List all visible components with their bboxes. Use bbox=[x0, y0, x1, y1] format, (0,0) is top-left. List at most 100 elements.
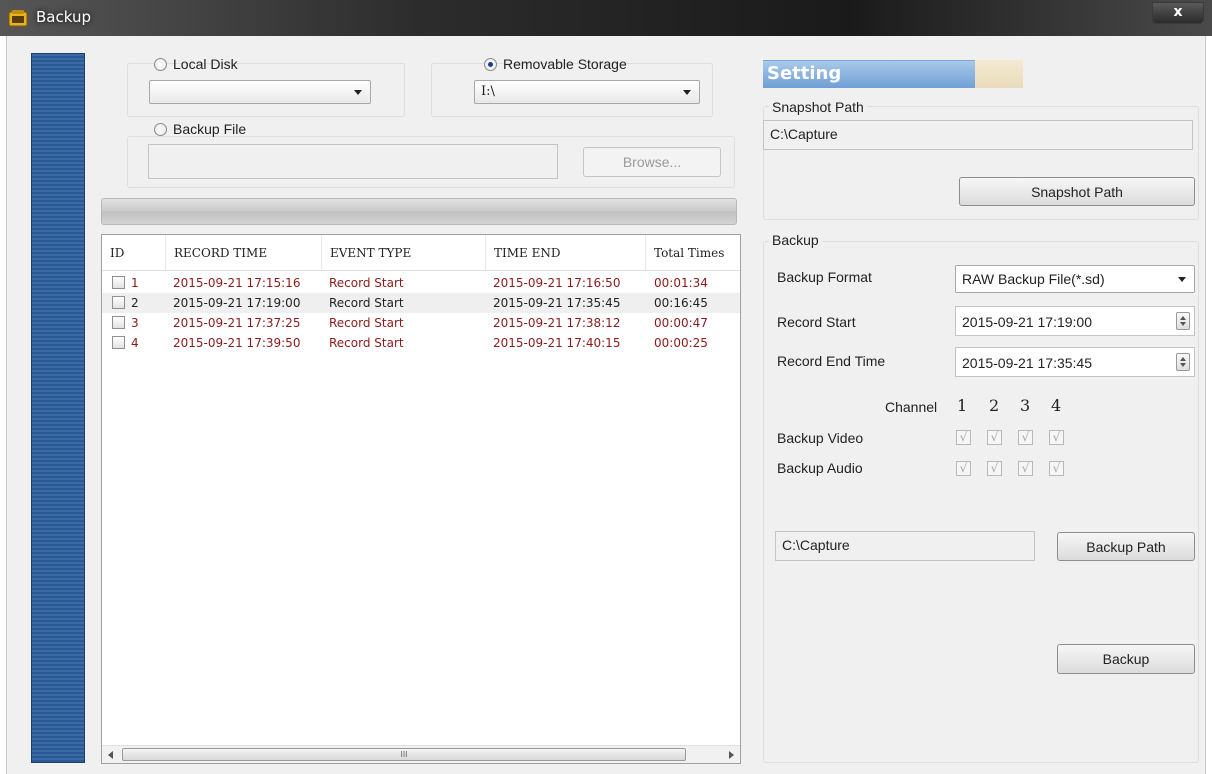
audio-ch1-checkbox[interactable]: √ bbox=[956, 461, 971, 476]
row-id: 1 bbox=[131, 276, 139, 290]
side-strip bbox=[31, 53, 85, 763]
row-checkbox[interactable] bbox=[112, 336, 125, 349]
channel-2-number: 2 bbox=[989, 396, 1000, 415]
audio-ch2-checkbox[interactable]: √ bbox=[987, 461, 1002, 476]
col-record-time[interactable]: RECORD TIME bbox=[166, 235, 322, 271]
records-table[interactable]: ID RECORD TIME EVENT TYPE TIME END Total… bbox=[101, 234, 741, 764]
record-end-spinner[interactable] bbox=[1176, 353, 1190, 371]
snapshot-path-field[interactable]: C:\Capture bbox=[763, 120, 1193, 150]
video-ch2-checkbox[interactable]: √ bbox=[987, 430, 1002, 445]
row-record-time: 2015-09-21 17:15:16 bbox=[173, 276, 301, 290]
col-event-type[interactable]: EVENT TYPE bbox=[322, 235, 486, 271]
local-disk-radio-dot bbox=[154, 57, 167, 71]
row-id: 4 bbox=[131, 336, 139, 350]
record-start-spinner[interactable] bbox=[1176, 312, 1190, 330]
row-event-type: Record Start bbox=[329, 296, 404, 310]
row-record-time: 2015-09-21 17:39:50 bbox=[173, 336, 301, 350]
row-time-end: 2015-09-21 17:40:15 bbox=[493, 336, 621, 350]
record-start-value: 2015-09-21 17:19:00 bbox=[962, 314, 1092, 330]
chevron-down-icon bbox=[354, 90, 362, 95]
channel-3-number: 3 bbox=[1020, 396, 1031, 415]
table-row[interactable]: 1 2015-09-21 17:15:16 Record Start 2015-… bbox=[102, 273, 740, 293]
local-disk-radio[interactable]: Local Disk bbox=[154, 56, 238, 72]
video-ch4-checkbox[interactable]: √ bbox=[1049, 430, 1064, 445]
backup-file-radio[interactable]: Backup File bbox=[154, 121, 246, 137]
table-row[interactable]: 2 2015-09-21 17:19:00 Record Start 2015-… bbox=[102, 293, 740, 313]
snapshot-path-value: C:\Capture bbox=[770, 126, 838, 142]
removable-storage-label: Removable Storage bbox=[503, 56, 627, 72]
chevron-down-icon bbox=[1178, 277, 1186, 282]
record-end-label: Record End Time bbox=[777, 353, 886, 369]
row-event-type: Record Start bbox=[329, 276, 404, 290]
col-time-end[interactable]: TIME END bbox=[486, 235, 646, 271]
row-time-end: 2015-09-21 17:35:45 bbox=[493, 296, 621, 310]
backup-button[interactable]: Backup bbox=[1057, 644, 1195, 674]
row-record-time: 2015-09-21 17:37:25 bbox=[173, 316, 301, 330]
backup-format-select[interactable]: RAW Backup File(*.sd) bbox=[955, 265, 1195, 293]
backup-progress-bar bbox=[101, 198, 737, 225]
row-id: 2 bbox=[131, 296, 139, 310]
close-button[interactable]: x bbox=[1152, 2, 1204, 24]
video-ch1-checkbox[interactable]: √ bbox=[956, 430, 971, 445]
removable-storage-radio-dot bbox=[484, 57, 497, 71]
setting-header: Setting bbox=[763, 60, 1023, 88]
backup-format-value: RAW Backup File(*.sd) bbox=[962, 271, 1105, 287]
scroll-right-icon[interactable] bbox=[729, 751, 734, 759]
backup-file-radio-dot bbox=[154, 122, 167, 136]
window-body: Local Disk Removable Storage I:\ Backup … bbox=[6, 36, 1206, 774]
audio-ch4-checkbox[interactable]: √ bbox=[1049, 461, 1064, 476]
backup-format-label: Backup Format bbox=[777, 269, 872, 285]
snapshot-path-group-label: Snapshot Path bbox=[769, 99, 867, 115]
backup-path-button[interactable]: Backup Path bbox=[1057, 532, 1195, 561]
record-end-value: 2015-09-21 17:35:45 bbox=[962, 355, 1092, 371]
removable-storage-radio[interactable]: Removable Storage bbox=[484, 56, 627, 72]
removable-storage-combo[interactable]: I:\ bbox=[474, 80, 700, 104]
channel-4-number: 4 bbox=[1051, 396, 1062, 415]
browse-button[interactable]: Browse... bbox=[583, 147, 721, 177]
record-end-field[interactable]: 2015-09-21 17:35:45 bbox=[955, 347, 1195, 377]
row-total: 00:16:45 bbox=[654, 296, 708, 310]
records-header: ID RECORD TIME EVENT TYPE TIME END Total… bbox=[102, 235, 740, 271]
table-row[interactable]: 3 2015-09-21 17:37:25 Record Start 2015-… bbox=[102, 313, 740, 333]
row-checkbox[interactable] bbox=[112, 316, 125, 329]
horizontal-scrollbar[interactable]: III bbox=[102, 745, 740, 763]
local-disk-combo[interactable] bbox=[149, 80, 371, 104]
local-disk-label: Local Disk bbox=[173, 56, 238, 72]
backup-audio-label: Backup Audio bbox=[777, 460, 863, 476]
col-total-times[interactable]: Total Times bbox=[646, 235, 742, 271]
row-time-end: 2015-09-21 17:16:50 bbox=[493, 276, 621, 290]
row-event-type: Record Start bbox=[329, 336, 404, 350]
col-id[interactable]: ID bbox=[102, 235, 166, 271]
chevron-down-icon bbox=[683, 90, 691, 95]
backup-path-value: C:\Capture bbox=[782, 537, 850, 553]
record-start-field[interactable]: 2015-09-21 17:19:00 bbox=[955, 306, 1195, 336]
scroll-left-icon[interactable] bbox=[108, 751, 113, 759]
window-title: Backup bbox=[36, 8, 91, 26]
row-checkbox[interactable] bbox=[112, 296, 125, 309]
table-row[interactable]: 4 2015-09-21 17:39:50 Record Start 2015-… bbox=[102, 333, 740, 353]
backup-path-field[interactable]: C:\Capture bbox=[775, 531, 1035, 561]
row-total: 00:00:25 bbox=[654, 336, 708, 350]
backup-file-input[interactable] bbox=[148, 144, 558, 179]
removable-storage-value: I:\ bbox=[481, 84, 495, 99]
snapshot-path-button[interactable]: Snapshot Path bbox=[959, 177, 1195, 206]
row-checkbox[interactable] bbox=[112, 276, 125, 289]
title-bar: Backup x bbox=[0, 0, 1212, 36]
scroll-thumb[interactable]: III bbox=[122, 748, 686, 761]
setting-title: Setting bbox=[767, 63, 842, 84]
row-total: 00:01:34 bbox=[654, 276, 708, 290]
audio-ch3-checkbox[interactable]: √ bbox=[1018, 461, 1033, 476]
video-ch3-checkbox[interactable]: √ bbox=[1018, 430, 1033, 445]
row-time-end: 2015-09-21 17:38:12 bbox=[493, 316, 621, 330]
backup-file-label: Backup File bbox=[173, 121, 247, 137]
record-start-label: Record Start bbox=[777, 314, 856, 330]
backup-video-label: Backup Video bbox=[777, 430, 864, 446]
backup-group-label: Backup bbox=[769, 232, 822, 248]
app-icon bbox=[8, 10, 28, 27]
setting-tab-active: Setting bbox=[763, 60, 975, 88]
row-event-type: Record Start bbox=[329, 316, 404, 330]
channel-1-number: 1 bbox=[957, 396, 968, 415]
row-total: 00:00:47 bbox=[654, 316, 708, 330]
channel-label: Channel bbox=[885, 399, 938, 415]
row-record-time: 2015-09-21 17:19:00 bbox=[173, 296, 301, 310]
